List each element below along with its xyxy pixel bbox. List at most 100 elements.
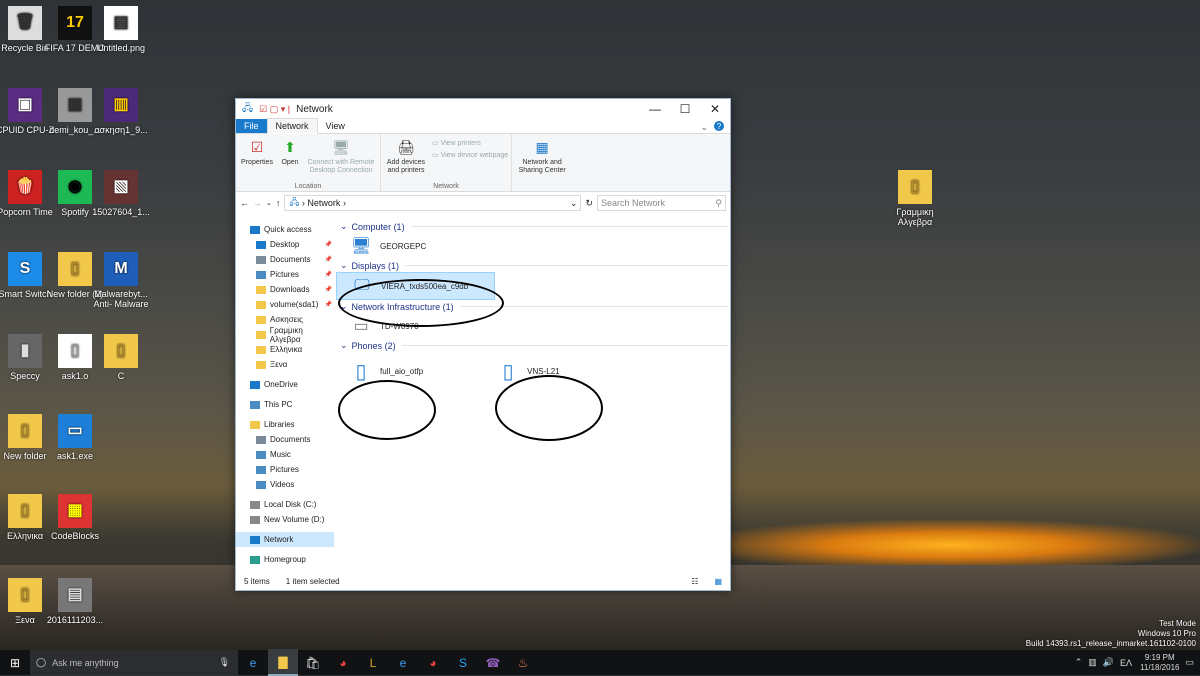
group-header[interactable]: ⌄ Displays (1) (336, 259, 728, 272)
nav-item[interactable]: Documents (236, 432, 334, 447)
edge-taskbar-icon[interactable]: e (238, 650, 268, 675)
nav-item[interactable]: Desktop 📌 (236, 237, 334, 252)
volume-tray-icon[interactable]: 🔊 (1103, 657, 1114, 668)
league-taskbar-icon[interactable]: L (358, 650, 388, 675)
view-printers-button[interactable]: ▭ View printers (432, 139, 508, 147)
chrome-taskbar-icon[interactable]: ◕ (328, 650, 358, 675)
app-taskbar-icon[interactable]: ♨ (508, 650, 538, 675)
microphone-icon[interactable]: 🎙 (219, 657, 230, 668)
group-header[interactable]: ⌄ Phones (2) (336, 339, 728, 352)
nav-item[interactable]: OneDrive (236, 377, 334, 392)
pin-icon[interactable]: 📌 (325, 286, 332, 293)
collapse-icon[interactable]: ⌄ (340, 260, 348, 271)
nav-item[interactable]: Downloads 📌 (236, 282, 334, 297)
collapse-icon[interactable]: ⌄ (340, 340, 348, 351)
nav-item[interactable]: Videos (236, 477, 334, 492)
nav-item[interactable]: Local Disk (C:) (236, 497, 334, 512)
action-center-icon[interactable]: ▭ (1185, 657, 1194, 668)
clock[interactable]: 9:19 PM 11/18/2016 (1140, 653, 1179, 673)
nav-item-label: Γραμμικη Αλγεβρα (269, 325, 303, 344)
pin-icon[interactable]: 📌 (325, 241, 332, 248)
tab-file[interactable]: File (236, 119, 267, 133)
desktop-icon[interactable]: ▭ ask1.exe (40, 414, 110, 461)
status-bar: 5 items 1 item selected ☷ ▦ (236, 572, 730, 590)
help-icon[interactable]: ? (714, 121, 724, 131)
chrome-2-taskbar-icon[interactable]: ◕ (418, 650, 448, 675)
desktop-icon[interactable]: ▤ 2016111203... (40, 578, 110, 625)
show-hidden-icons[interactable]: ⌃ (1075, 657, 1083, 668)
nav-item-label: volume(sda1) (270, 300, 319, 309)
up-icon[interactable]: ↑ (276, 198, 281, 208)
desktop-icon[interactable]: ▥ ασκηση1_9... (86, 88, 156, 135)
nav-item[interactable]: Homegroup (236, 552, 334, 567)
nav-item-label: Ελληνικα (270, 345, 303, 354)
group-header[interactable]: ⌄ Computer (1) (336, 220, 728, 233)
group-header-label: Computer (1) (351, 221, 405, 232)
nav-item[interactable]: Ελληνικα (236, 342, 334, 357)
nav-item[interactable]: Libraries (236, 417, 334, 432)
close-button[interactable]: ✕ (700, 102, 730, 116)
nav-item[interactable]: Γραμμικη Αλγεβρα (236, 325, 334, 344)
address-dropdown-icon[interactable]: ⌄ (567, 198, 581, 209)
desktop-icon[interactable]: ▤ Untitled.png (86, 6, 156, 53)
nav-item-label: OneDrive (264, 380, 298, 389)
recent-locations-icon[interactable]: ⌄ (266, 199, 272, 207)
ie-taskbar-icon[interactable]: e (388, 650, 418, 675)
nav-item[interactable]: Pictures (236, 462, 334, 477)
nav-item[interactable]: Documents 📌 (236, 252, 334, 267)
add-devices-button[interactable]: 🖨 Add devices and printers (384, 137, 428, 179)
maximize-button[interactable]: ☐ (670, 102, 700, 116)
pin-icon[interactable]: 📌 (325, 256, 332, 263)
open-button[interactable]: ⬆ Open (279, 137, 301, 179)
nav-item[interactable]: This PC (236, 397, 334, 412)
address-bar[interactable]: 🖧 › Network › ⌄ (284, 195, 582, 211)
desktop-icon[interactable]: ▦ CodeBlocks (40, 494, 110, 541)
quick-access-toolbar[interactable]: ☑ ▢ ▾ | (259, 104, 290, 115)
desktop-icon-image: ▤ (104, 6, 138, 40)
tab-view[interactable]: View (318, 119, 353, 133)
desktop-icon-label: C (117, 371, 125, 381)
tab-network[interactable]: Network (266, 118, 318, 134)
ribbon-group-network: 🖨 Add devices and printers ▭ View printer… (381, 134, 513, 191)
network-tray-icon[interactable]: ▥ (1088, 657, 1097, 668)
properties-button[interactable]: ☑ Properties (239, 137, 275, 179)
nav-item[interactable]: Quick access (236, 222, 334, 237)
viber-taskbar-icon[interactable]: ☎ (478, 650, 508, 675)
title-bar[interactable]: 🖧 ☑ ▢ ▾ | Network — ☐ ✕ (236, 99, 730, 119)
nav-item[interactable]: Network (236, 532, 334, 547)
annotation-circle-display (338, 279, 504, 327)
nav-item[interactable]: volume(sda1) 📌 (236, 297, 334, 312)
nav-item[interactable]: Music (236, 447, 334, 462)
pin-icon[interactable]: 📌 (325, 271, 332, 278)
network-device[interactable]: 🖥 GEORGEPC (336, 233, 426, 259)
nav-item[interactable]: Ξενα (236, 357, 334, 372)
pc-icon: 🖥 (350, 238, 372, 255)
view-device-webpage-button[interactable]: ▭ View device webpage (432, 151, 508, 159)
large-icons-view-icon[interactable]: ▦ (714, 577, 722, 586)
refresh-icon[interactable]: ↻ (585, 198, 593, 209)
desktop-icon[interactable]: M Malwarebyt... Anti- Malware (86, 252, 156, 309)
file-explorer-taskbar-icon[interactable]: ▇ (268, 649, 298, 676)
remote-desktop-button[interactable]: 🖥 Connect with Remote Desktop Connection (305, 137, 377, 179)
back-icon[interactable]: ← (240, 198, 249, 208)
forward-icon[interactable]: → (253, 198, 262, 208)
cortana-search[interactable]: ◯ Ask me anything 🎙 (30, 650, 238, 675)
store-taskbar-icon[interactable]: 🛍 (298, 650, 328, 675)
language-indicator[interactable]: ΕΛ (1120, 658, 1132, 668)
nav-item-label: New Volume (D:) (264, 515, 325, 524)
pin-icon[interactable]: 📌 (325, 301, 332, 308)
details-view-icon[interactable]: ☷ (691, 577, 698, 586)
skype-taskbar-icon[interactable]: S (448, 650, 478, 675)
taskbar: ⊞ ◯ Ask me anything 🎙 e ▇ 🛍 ◕ L e ◕ S ☎ … (0, 649, 1200, 676)
start-button[interactable]: ⊞ (0, 650, 30, 675)
sharing-center-button[interactable]: ▦ Network and Sharing Center (515, 137, 569, 179)
desktop-icon[interactable]: ▯ C (86, 334, 156, 381)
desktop-icon[interactable]: ▧ 15027604_1... (86, 170, 156, 217)
minimize-button[interactable]: — (640, 102, 670, 116)
expand-ribbon-icon[interactable]: ⌄ (694, 122, 714, 133)
collapse-icon[interactable]: ⌄ (340, 221, 348, 232)
nav-item[interactable]: New Volume (D:) (236, 512, 334, 527)
desktop-icon[interactable]: ▯ Γραμμικη Αλγεβρα (880, 170, 950, 227)
nav-item[interactable]: Pictures 📌 (236, 267, 334, 282)
search-input[interactable]: Search Network ⚲ (597, 195, 726, 211)
